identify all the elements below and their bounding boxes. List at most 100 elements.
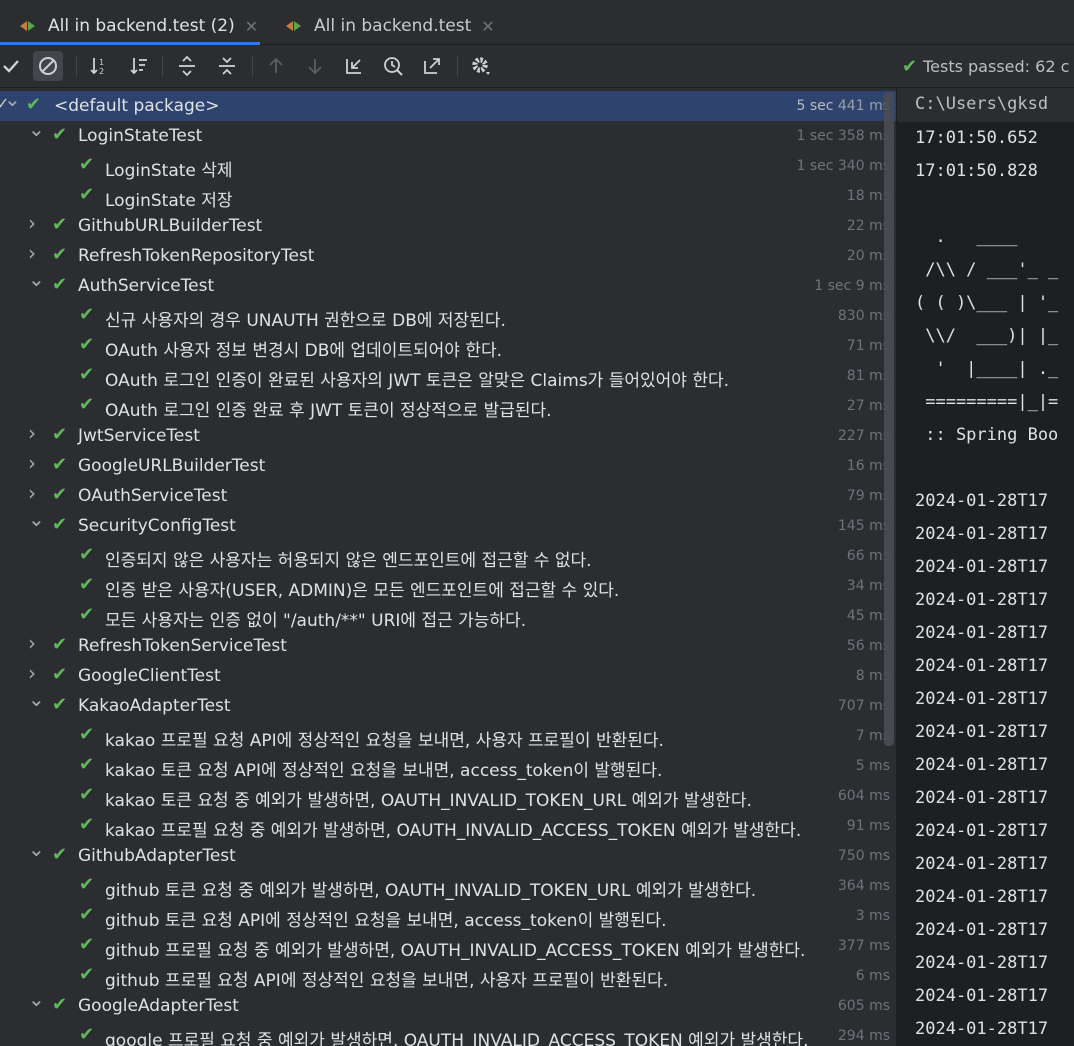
test-run-icon bbox=[18, 19, 40, 33]
test-suite-row[interactable]: › ✔ RefreshTokenServiceTest 56 ms bbox=[0, 631, 896, 661]
chevron-right-icon[interactable]: › bbox=[28, 241, 36, 265]
duration-milliseconds: 91 ms bbox=[846, 818, 890, 834]
test-case-row[interactable]: ✔ OAuth 사용자 정보 변경시 DB에 업데이트되어야 한다. 71 ms bbox=[0, 331, 896, 361]
duration-seconds: 1 sec bbox=[814, 278, 856, 294]
expand-all-icon bbox=[179, 55, 195, 77]
test-case-row[interactable]: ✔ kakao 프로필 요청 중 예외가 발생하면, OAUTH_INVALID_… bbox=[0, 811, 896, 841]
test-suite-row[interactable]: › ✔ JwtServiceTest 227 ms bbox=[0, 421, 896, 451]
test-results-tree[interactable]: ⌄ ✔ <default package> 5 sec 441 ms ✓ ⌄ ✔ LoginS… bbox=[0, 88, 896, 1046]
test-suite-row[interactable]: ⌄ ✔ <default package> 5 sec 441 ms ✓ bbox=[0, 88, 896, 121]
test-suite-row[interactable]: › ✔ OAuthServiceTest 79 ms bbox=[0, 481, 896, 511]
test-name: LoginState 저장 bbox=[105, 191, 233, 211]
console-line: 2024-01-28T17 bbox=[915, 953, 1049, 973]
test-duration: 707 ms bbox=[833, 698, 890, 714]
console-output[interactable]: C:\Users\gksd 17:01:50.652 17:01:50.828 . … bbox=[897, 88, 1074, 1046]
test-case-row[interactable]: ✔ LoginState 삭제 1 sec 340 ms bbox=[0, 151, 896, 181]
close-icon[interactable]: ✕ bbox=[481, 17, 494, 36]
check-icon: ✔ bbox=[902, 56, 918, 77]
test-name: OAuth 사용자 정보 변경시 DB에 업데이트되어야 한다. bbox=[105, 341, 503, 361]
test-suite-row[interactable]: › ✔ GoogleClientTest 8 ms bbox=[0, 661, 896, 691]
show-ignored-button[interactable] bbox=[33, 51, 63, 81]
show-passed-button[interactable] bbox=[0, 51, 26, 81]
test-duration: 79 ms bbox=[842, 488, 890, 504]
duration-seconds: 1 sec bbox=[796, 158, 838, 174]
test-suite-row[interactable]: ⌄ ✔ AuthServiceTest 1 sec 9 ms bbox=[0, 267, 896, 301]
tab-all-in-backend-test-2[interactable]: All in backend.test (2) ✕ bbox=[0, 8, 261, 45]
test-status: ✔ Tests passed: 62 c bbox=[902, 56, 1069, 77]
collapse-all-button[interactable] bbox=[212, 51, 242, 81]
test-case-row[interactable]: ✔ OAuth 로그인 인증이 완료된 사용자의 JWT 토큰은 알맞은 Clai… bbox=[0, 361, 896, 391]
test-case-row[interactable]: ✔ 인증 받은 사용자(USER, ADMIN)은 모든 엔드포인트에 접근할 수… bbox=[0, 571, 896, 601]
status-text: Tests passed: 62 c bbox=[923, 57, 1070, 76]
test-suite-row[interactable]: › ✔ GoogleURLBuilderTest 16 ms bbox=[0, 451, 896, 481]
tree-scrollbar[interactable] bbox=[884, 92, 894, 746]
test-case-row[interactable]: ✔ kakao 토큰 요청 중 예외가 발생하면, OAUTH_INVALID_T… bbox=[0, 781, 896, 811]
chevron-right-icon[interactable]: › bbox=[28, 481, 36, 505]
test-duration: 45 ms bbox=[842, 608, 890, 624]
test-case-row[interactable]: ✔ LoginState 저장 18 ms bbox=[0, 181, 896, 211]
chevron-down-icon[interactable]: ⌄ bbox=[28, 267, 45, 291]
test-case-row[interactable]: ✔ github 토큰 요청 API에 정상적인 요청을 보내면, access_… bbox=[0, 901, 896, 931]
test-case-row[interactable]: ✔ 인증되지 않은 사용자는 허용되지 않은 엔드포인트에 접근할 수 없다. 66… bbox=[0, 541, 896, 571]
test-duration: 3 ms bbox=[851, 908, 890, 924]
test-case-row[interactable]: ✔ OAuth 로그인 인증 완료 후 JWT 토큰이 정상적으로 발급된다. 27… bbox=[0, 391, 896, 421]
import-tests-button[interactable] bbox=[339, 51, 369, 81]
console-line: 2024-01-28T17 bbox=[915, 689, 1049, 709]
test-suite-row[interactable]: ⌄ ✔ KakaoAdapterTest 707 ms bbox=[0, 687, 896, 721]
console-line: 2024-01-28T17 bbox=[915, 623, 1049, 643]
duration-milliseconds: 750 ms bbox=[837, 848, 890, 864]
test-name: RefreshTokenServiceTest bbox=[78, 636, 287, 656]
chevron-right-icon[interactable]: › bbox=[28, 421, 36, 445]
chevron-down-icon[interactable]: ⌄ bbox=[28, 987, 45, 1011]
test-suite-row[interactable]: ⌄ ✔ SecurityConfigTest 145 ms bbox=[0, 507, 896, 541]
chevron-right-icon[interactable]: › bbox=[28, 451, 36, 475]
chevron-right-icon[interactable]: › bbox=[28, 631, 36, 655]
passed-check-icon: ✔ bbox=[79, 304, 95, 325]
test-suite-row[interactable]: › ✔ GithubURLBuilderTest 22 ms bbox=[0, 211, 896, 241]
chevron-down-icon[interactable]: ⌄ bbox=[28, 117, 45, 141]
tab-all-in-backend-test[interactable]: All in backend.test ✕ bbox=[284, 8, 495, 44]
sort-alphabetically-button[interactable]: 12 bbox=[84, 51, 114, 81]
passed-check-icon: ✔ bbox=[52, 244, 68, 265]
test-suite-row[interactable]: › ✔ RefreshTokenRepositoryTest 20 ms bbox=[0, 241, 896, 271]
export-icon bbox=[424, 58, 440, 74]
sort-by-duration-button[interactable] bbox=[124, 51, 154, 81]
chevron-right-icon[interactable]: › bbox=[28, 211, 36, 235]
test-name: GithubURLBuilderTest bbox=[78, 216, 263, 236]
expand-all-button[interactable] bbox=[172, 51, 202, 81]
test-duration: 18 ms bbox=[842, 188, 890, 204]
console-line: . ____ bbox=[915, 227, 1018, 247]
test-case-row[interactable]: ✔ kakao 프로필 요청 API에 정상적인 요청을 보내면, 사용자 프로필… bbox=[0, 721, 896, 751]
settings-button[interactable] bbox=[466, 51, 496, 81]
console-line: 2024-01-28T17 bbox=[915, 722, 1049, 742]
test-case-row[interactable]: ✔ 신규 사용자의 경우 UNAUTH 권한으로 DB에 저장된다. 830 ms bbox=[0, 301, 896, 331]
duration-milliseconds: 364 ms bbox=[837, 878, 890, 894]
chevron-down-icon[interactable]: ⌄ bbox=[28, 837, 45, 861]
test-duration: 66 ms bbox=[842, 548, 890, 564]
previous-failed-test-button[interactable] bbox=[261, 51, 291, 81]
console-line: 2024-01-28T17 bbox=[915, 920, 1049, 940]
test-name: LoginStateTest bbox=[78, 126, 203, 146]
next-failed-test-button[interactable] bbox=[300, 51, 330, 81]
console-path: C:\Users\gksd bbox=[915, 94, 1049, 114]
passed-check-icon: ✔ bbox=[79, 784, 95, 805]
console-line: \\/ ___)| |_ bbox=[915, 326, 1059, 346]
passed-check-icon: ✔ bbox=[26, 94, 42, 115]
chevron-right-icon[interactable]: › bbox=[28, 661, 36, 685]
passed-check-icon: ✔ bbox=[52, 454, 68, 475]
chevron-down-icon[interactable]: ⌄ bbox=[28, 507, 45, 531]
test-case-row[interactable]: ✔ 모든 사용자는 인증 없이 "/auth/**" URI에 접근 가능하다. 4… bbox=[0, 601, 896, 631]
test-suite-row[interactable]: ⌄ ✔ GithubAdapterTest 750 ms bbox=[0, 837, 896, 871]
test-suite-row[interactable]: ⌄ ✔ LoginStateTest 1 sec 358 ms bbox=[0, 117, 896, 151]
test-suite-row[interactable]: ⌄ ✔ GoogleAdapterTest 605 ms bbox=[0, 987, 896, 1021]
test-case-row[interactable]: ✔ github 토큰 요청 중 예외가 발생하면, OAUTH_INVALID_… bbox=[0, 871, 896, 901]
close-icon[interactable]: ✕ bbox=[245, 17, 258, 36]
export-results-button[interactable] bbox=[417, 51, 447, 81]
test-case-row[interactable]: ✔ google 프로필 요청 중 예외가 발생하면, OAUTH_INVALID… bbox=[0, 1021, 896, 1046]
chevron-down-icon[interactable]: ⌄ bbox=[28, 687, 45, 711]
test-history-button[interactable] bbox=[378, 51, 408, 81]
console-line: 2024-01-28T17 bbox=[915, 491, 1049, 511]
test-case-row[interactable]: ✔ github 프로필 요청 API에 정상적인 요청을 보내면, 사용자 프로… bbox=[0, 961, 896, 991]
test-case-row[interactable]: ✔ kakao 토큰 요청 API에 정상적인 요청을 보내면, access_t… bbox=[0, 751, 896, 781]
test-case-row[interactable]: ✔ github 프로필 요청 중 예외가 발생하면, OAUTH_INVALID… bbox=[0, 931, 896, 961]
